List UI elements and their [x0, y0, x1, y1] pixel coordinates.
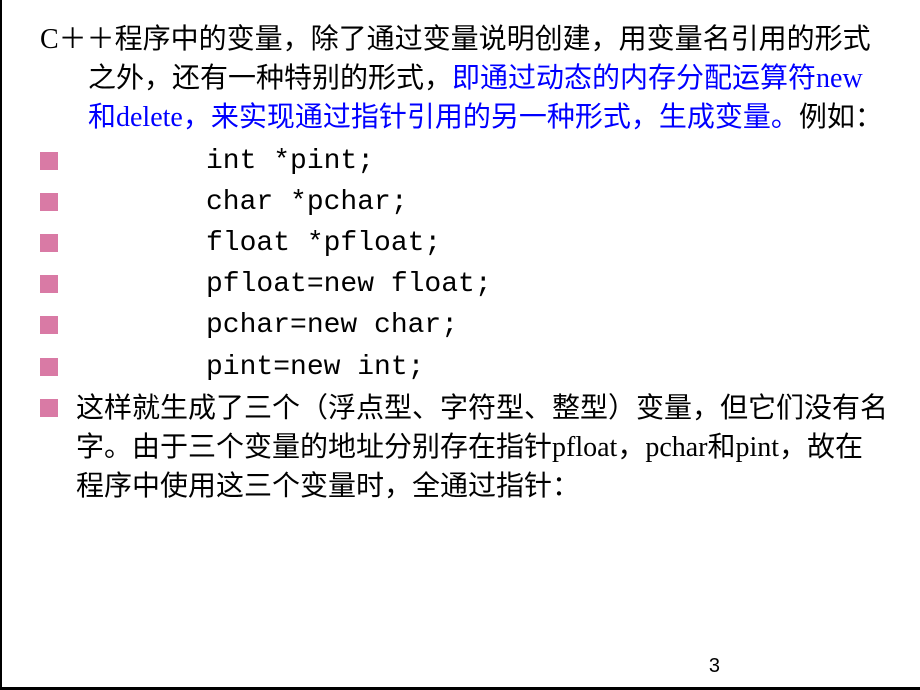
page-number: 3	[709, 655, 720, 678]
code-line-3: float *pfloat;	[30, 224, 890, 263]
slide-content: C＋＋程序中的变量，除了通过变量说明创建，用变量名引用的形式之外，还有一种特别的…	[0, 0, 920, 528]
bullet-icon	[40, 193, 58, 211]
left-border	[0, 0, 2, 690]
code-text: int *pint;	[76, 142, 374, 181]
bullet-icon	[40, 275, 58, 293]
code-text: float *pfloat;	[76, 224, 441, 263]
code-text: pfloat=new float;	[76, 265, 492, 304]
intro-paragraph: C＋＋程序中的变量，除了通过变量说明创建，用变量名引用的形式之外，还有一种特别的…	[30, 20, 890, 138]
conclusion-text: 这样就生成了三个（浮点型、字符型、整型）变量，但它们没有名字。由于三个变量的地址…	[76, 389, 890, 507]
code-line-6: pint=new int;	[30, 348, 890, 387]
bullet-icon	[40, 152, 58, 170]
code-line-2: char *pchar;	[30, 183, 890, 222]
code-line-1: int *pint;	[30, 142, 890, 181]
code-text: pchar=new char;	[76, 306, 458, 345]
conclusion-line: 这样就生成了三个（浮点型、字符型、整型）变量，但它们没有名字。由于三个变量的地址…	[30, 389, 890, 507]
code-text: pint=new int;	[76, 348, 424, 387]
intro-text-2: 例如：	[799, 102, 883, 133]
code-text: char *pchar;	[76, 183, 408, 222]
bullet-icon	[40, 399, 58, 417]
bullet-icon	[40, 234, 58, 252]
bullet-icon	[40, 358, 58, 376]
code-line-5: pchar=new char;	[30, 306, 890, 345]
bullet-icon	[40, 316, 58, 334]
code-line-4: pfloat=new float;	[30, 265, 890, 304]
